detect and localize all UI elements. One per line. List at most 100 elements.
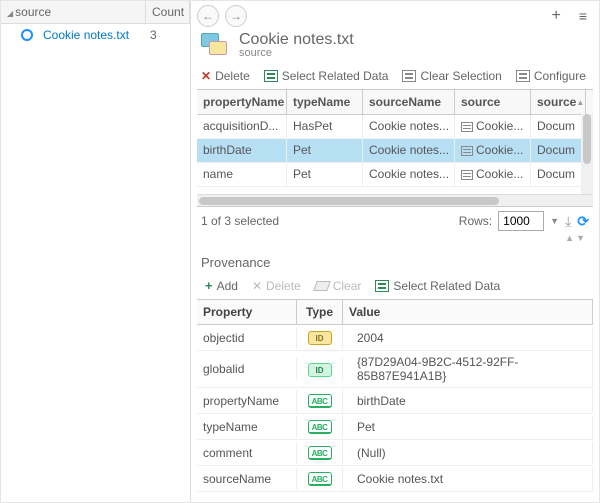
cell: Docum: [531, 139, 586, 162]
rows-label: Rows:: [459, 214, 492, 228]
horizontal-scrollbar[interactable]: [197, 194, 593, 206]
table-row[interactable]: commentABC(Null): [197, 440, 593, 466]
forward-button[interactable]: →: [225, 5, 247, 27]
col-source[interactable]: source: [455, 90, 531, 114]
cell: Cookie...: [455, 139, 531, 162]
table-row[interactable]: acquisitionD...HasPetCookie notes...Cook…: [197, 115, 593, 139]
cell: Docum: [531, 163, 586, 186]
prov-type: ID: [297, 358, 343, 381]
left-grid-header: ◢source Count: [1, 1, 190, 24]
prov-value: 2004: [343, 327, 593, 349]
prov-prop: globalid: [197, 358, 297, 380]
table-row[interactable]: typeNameABCPet: [197, 414, 593, 440]
eraser-icon: [313, 281, 331, 291]
type-badge-icon: ABC: [308, 446, 332, 460]
prov-add-button[interactable]: +Add: [205, 278, 238, 293]
table-row[interactable]: birthDatePetCookie notes...Cookie...Docu…: [197, 139, 593, 163]
type-badge-icon: ID: [308, 363, 332, 377]
select-related-icon: [264, 70, 278, 82]
cell: Cookie...: [455, 115, 531, 138]
prov-delete-button: ✕Delete: [252, 279, 301, 293]
provenance-title: Provenance: [191, 245, 599, 274]
radio-icon[interactable]: [21, 29, 33, 41]
source-icon: [461, 122, 473, 132]
configure-icon: [516, 70, 530, 82]
add-button[interactable]: +: [545, 5, 566, 27]
sort-up-icon: ▲: [576, 98, 584, 107]
left-row[interactable]: Cookie notes.txt 3: [1, 24, 190, 46]
delete-button[interactable]: ✕Delete: [201, 69, 250, 83]
prov-prop: sourceName: [197, 468, 297, 490]
prov-select-related-button[interactable]: Select Related Data: [375, 279, 500, 293]
prov-value: birthDate: [343, 390, 593, 412]
col-source2[interactable]: source▲: [531, 90, 586, 114]
prov-type: ABC: [297, 389, 343, 412]
cell: birthDate: [197, 139, 287, 162]
document-icon: [201, 33, 229, 57]
refresh-icon[interactable]: ⟳: [577, 213, 589, 230]
select-related-icon: [375, 280, 389, 292]
header-section: Cookie notes.txt source: [191, 31, 599, 65]
prov-type: ABC: [297, 441, 343, 464]
rows-input[interactable]: [498, 211, 544, 231]
cell: Cookie notes...: [363, 163, 455, 186]
prov-clear-button: Clear: [315, 279, 362, 293]
rows-dropdown-icon[interactable]: ▼: [550, 216, 559, 226]
cell: Pet: [287, 163, 363, 186]
scroll-thumb[interactable]: [199, 197, 499, 205]
back-button[interactable]: ←: [197, 5, 219, 27]
prov-col-type[interactable]: Type: [297, 300, 343, 324]
table-row[interactable]: namePetCookie notes...Cookie...Docum: [197, 163, 593, 187]
type-badge-icon: ABC: [308, 472, 332, 486]
collapse-arrows-icon[interactable]: ▲▼: [191, 233, 599, 245]
cell: Cookie notes...: [363, 139, 455, 162]
vertical-scrollbar[interactable]: [581, 114, 593, 194]
left-col-count[interactable]: Count: [146, 1, 190, 23]
left-col-source[interactable]: ◢source: [1, 1, 146, 23]
cell: Cookie...: [455, 163, 531, 186]
prov-prop: objectid: [197, 327, 297, 349]
table-row[interactable]: propertyName ABC birthDate: [197, 388, 593, 414]
prov-grid-header: Property Type Value: [197, 300, 593, 325]
col-propertyname[interactable]: propertyName▲: [197, 90, 287, 114]
clear-selection-button[interactable]: Clear Selection: [402, 69, 501, 83]
download-icon[interactable]: ⤓: [565, 213, 571, 230]
table-row[interactable]: globalid ID {87D29A04-9B2C-4512-92FF-85B87…: [197, 351, 593, 388]
prov-type: ABC: [297, 467, 343, 490]
provenance-toolbar: +Add ✕Delete Clear Select Related Data: [191, 274, 599, 299]
left-panel: ◢source Count Cookie notes.txt 3: [1, 1, 191, 502]
main-grid-header: propertyName▲ typeName sourceName source…: [197, 90, 593, 115]
menu-button[interactable]: ≡: [573, 6, 593, 26]
cell: Pet: [287, 139, 363, 162]
prov-value: Pet: [343, 416, 593, 438]
type-badge-icon: ID: [308, 331, 332, 345]
main-action-bar: ✕Delete Select Related Data Clear Select…: [191, 65, 599, 89]
right-panel: ← → + ≡ Cookie notes.txt source ✕Delete …: [191, 1, 599, 502]
main-grid: propertyName▲ typeName sourceName source…: [197, 89, 593, 207]
prov-value: Cookie notes.txt: [343, 468, 593, 490]
table-row[interactable]: sourceName ABC Cookie notes.txt: [197, 466, 593, 492]
cell: acquisitionD...: [197, 115, 287, 138]
type-badge-icon: ABC: [308, 394, 332, 408]
source-icon: [461, 170, 473, 180]
expand-triangle-icon: ◢: [7, 9, 13, 18]
col-sourcename[interactable]: sourceName: [363, 90, 455, 114]
provenance-grid: Property Type Value objectidID2004global…: [197, 299, 593, 492]
prov-value: {87D29A04-9B2C-4512-92FF-85B87E941A1B}: [343, 351, 593, 387]
prov-prop: propertyName: [197, 390, 297, 412]
prov-col-property[interactable]: Property: [197, 300, 297, 324]
prov-value: (Null): [343, 442, 593, 464]
prov-col-value[interactable]: Value: [343, 300, 593, 324]
left-row-label: Cookie notes.txt: [43, 28, 150, 42]
prov-type: ID: [297, 326, 343, 349]
select-related-button[interactable]: Select Related Data: [264, 69, 389, 83]
top-toolbar: ← → + ≡: [191, 1, 599, 31]
table-row[interactable]: objectid ID 2004: [197, 325, 593, 351]
clear-selection-icon: [402, 70, 416, 82]
status-bar: 1 of 3 selected Rows: ▼ ⤓ ⟳: [191, 207, 599, 233]
cell: name: [197, 163, 287, 186]
col-typename[interactable]: typeName: [287, 90, 363, 114]
configure-button[interactable]: Configure: [516, 69, 586, 83]
scroll-thumb[interactable]: [583, 114, 591, 164]
cell: Docum: [531, 115, 586, 138]
